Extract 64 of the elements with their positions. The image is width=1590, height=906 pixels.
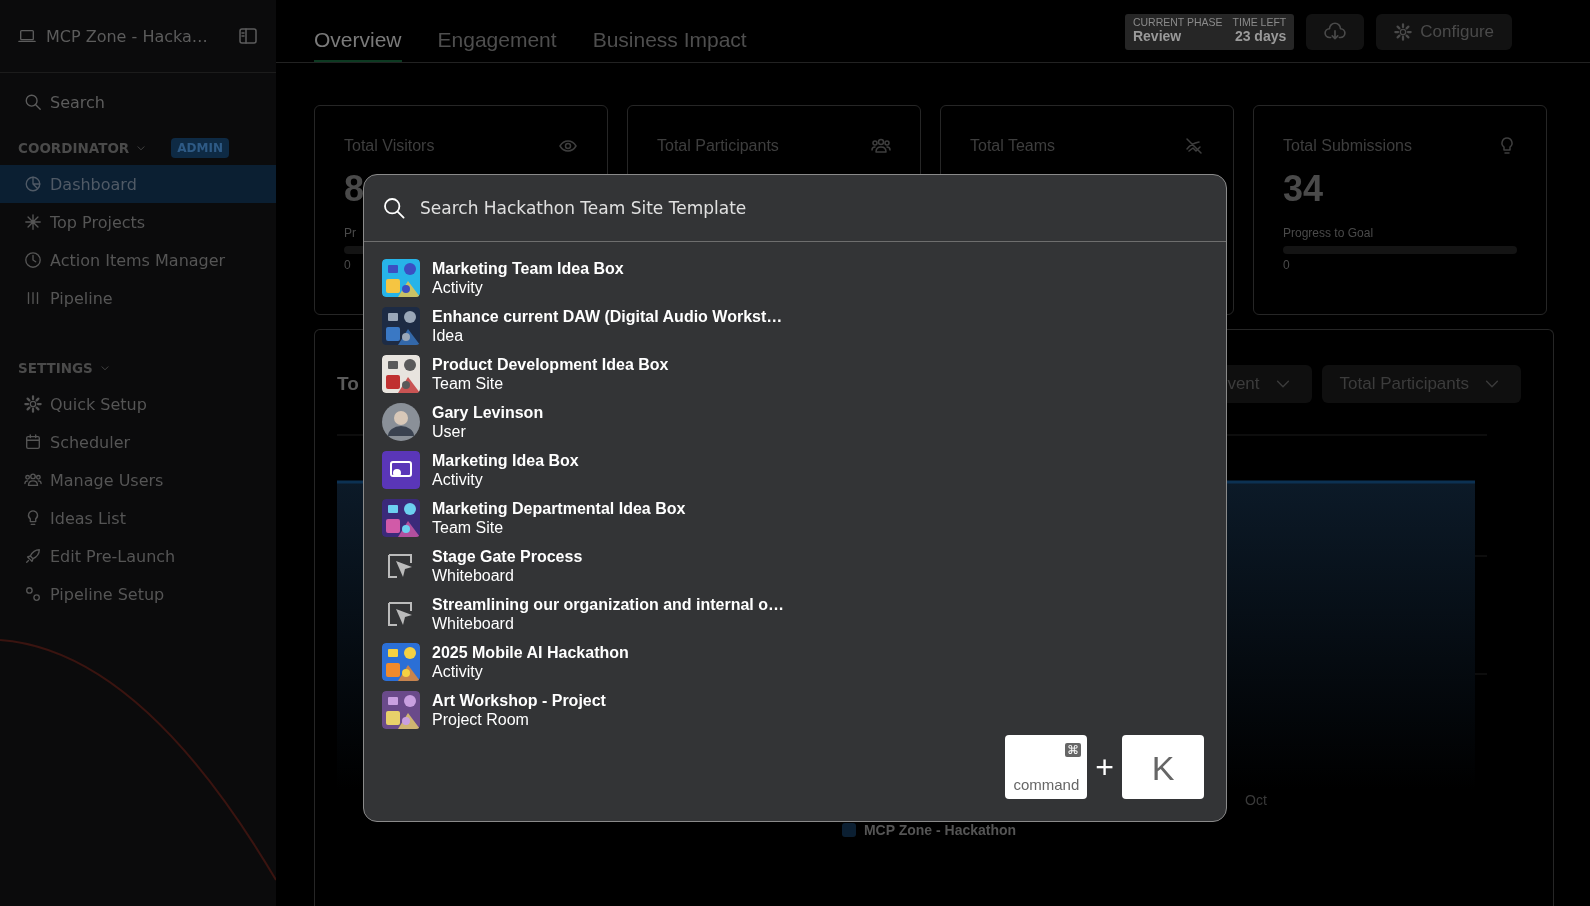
clock-icon <box>24 251 42 269</box>
plus-sign: + <box>1095 748 1114 786</box>
users-icon <box>24 471 42 489</box>
phase-value: Review <box>1132 28 1183 44</box>
search-result[interactable]: Enhance current DAW (Digital Audio Workst… Idea <box>382 302 1226 350</box>
search-result[interactable]: 2025 Mobile AI Hackathon Activity <box>382 638 1226 686</box>
laptop-icon <box>18 27 36 45</box>
configure-button[interactable]: Configure <box>1376 14 1512 50</box>
rocket-icon <box>24 547 42 565</box>
pie-chart-icon <box>24 175 42 193</box>
avatar-icon <box>382 403 420 441</box>
role-badge: ADMIN <box>171 138 229 158</box>
section-heading[interactable]: COORDINATOR <box>18 140 130 156</box>
sidebar-item[interactable]: Dashboard <box>0 165 276 203</box>
sidebar-toggle-icon <box>238 26 258 46</box>
legend-swatch <box>841 823 856 837</box>
sidebar-item[interactable]: Top Projects <box>0 203 276 241</box>
k-key: K <box>1122 735 1204 799</box>
time-left-label: TIME LEFT <box>1232 16 1287 28</box>
workspace-name[interactable]: MCP Zone - Hacka… <box>46 26 228 46</box>
search-result[interactable]: Stage Gate Process Whiteboard <box>382 542 1226 590</box>
users-icon <box>871 136 891 156</box>
section-heading[interactable]: SETTINGS <box>18 360 93 376</box>
tab[interactable]: Engagement <box>437 28 557 62</box>
phase-label: CURRENT PHASE <box>1132 16 1223 28</box>
stat-label: Total Teams <box>970 137 1056 155</box>
gear-icon <box>1394 23 1413 41</box>
progress-value: 0 <box>344 258 351 272</box>
legend-label: MCP Zone - Hackathon <box>863 822 1017 838</box>
sparkle-icon <box>24 213 42 231</box>
stat-value: 34 <box>1283 168 1324 211</box>
sidebar-item[interactable]: Edit Pre-Launch <box>0 537 276 575</box>
progress-value: 0 <box>1283 258 1290 272</box>
progress-label: Progress to Goal <box>1283 226 1374 240</box>
stat-value: 8 <box>344 168 365 211</box>
calendar-icon <box>24 433 42 451</box>
sidebar-item[interactable]: Manage Users <box>0 461 276 499</box>
download-button[interactable] <box>1306 14 1365 50</box>
gear-icon <box>24 395 42 413</box>
progress-label: Pr <box>344 226 356 240</box>
sidebar-item[interactable]: Pipeline <box>0 279 276 317</box>
search-field[interactable]: Search Hackathon Team Site Template <box>418 192 1206 224</box>
sidebar-item[interactable]: Quick Setup <box>0 385 276 423</box>
stat-label: Total Submissions <box>1283 137 1412 155</box>
stat-label: Total Participants <box>657 137 779 155</box>
search-icon <box>382 196 406 220</box>
stat-label: Total Visitors <box>344 137 435 155</box>
chart-title: To <box>337 373 359 395</box>
x-axis-label: Oct <box>1245 792 1267 808</box>
sidebar-item[interactable]: Pipeline Setup <box>0 575 276 613</box>
time-left-value: 23 days <box>1234 28 1287 44</box>
search-result[interactable]: Streamlining our organization and internal o… Whiteboard <box>382 590 1226 638</box>
sidebar-item[interactable]: Scheduler <box>0 423 276 461</box>
sidebar-item[interactable]: Ideas List <box>0 499 276 537</box>
tab[interactable]: Overview <box>314 28 402 62</box>
sidebar-item[interactable]: Action Items Manager <box>0 241 276 279</box>
command-key: ⌘ command <box>1005 735 1088 799</box>
search-result[interactable]: Marketing Departmental Idea Box Team Site <box>382 494 1226 542</box>
search-result[interactable]: Marketing Team Idea Box Activity <box>382 254 1226 302</box>
tab[interactable]: Business Impact <box>592 28 747 62</box>
search-result[interactable]: Art Workshop - Project Project Room <box>382 686 1226 734</box>
search-link[interactable]: Search <box>50 92 105 112</box>
search-icon <box>24 93 42 111</box>
search-result[interactable]: Marketing Idea Box Activity <box>382 446 1226 494</box>
